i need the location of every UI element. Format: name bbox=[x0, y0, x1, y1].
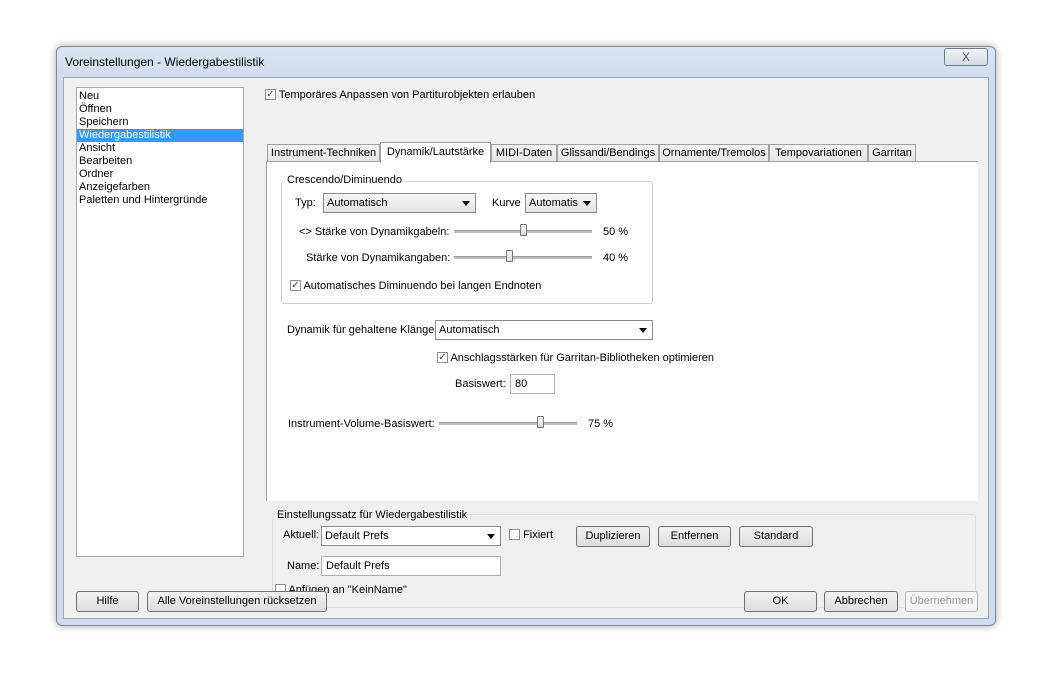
apply-button[interactable]: Übernehmen bbox=[905, 591, 978, 612]
garritan-opt-row: ✓ Anschlagsstärken für Garritan-Biblioth… bbox=[437, 351, 714, 364]
temp-adjust-label: Temporäres Anpassen von Partiturobjekten… bbox=[278, 89, 536, 101]
tab-tempovariationen[interactable]: Tempovariationen bbox=[769, 144, 868, 162]
name-label: Name: bbox=[287, 560, 320, 572]
aktuell-label: Aktuell: bbox=[283, 529, 320, 541]
gabeln-value: 50 % bbox=[603, 226, 629, 238]
slider-thumb[interactable] bbox=[506, 250, 513, 262]
cancel-button[interactable]: Abbrechen bbox=[824, 591, 898, 612]
chevron-down-icon bbox=[487, 534, 495, 539]
temp-adjust-row: ✓ Temporäres Anpassen von Partiturobjekt… bbox=[265, 88, 536, 101]
dialog-client: Neu Öffnen Speichern Wiedergabestilistik… bbox=[63, 77, 989, 619]
standard-button[interactable]: Standard bbox=[739, 526, 813, 547]
help-button[interactable]: Hilfe bbox=[76, 591, 139, 612]
slider-thumb[interactable] bbox=[520, 224, 527, 236]
sidebar-item-bearbeiten[interactable]: Bearbeiten bbox=[77, 155, 243, 168]
angaben-value: 40 % bbox=[603, 252, 629, 264]
preferences-window: Voreinstellungen - Wiedergabestilistik X… bbox=[56, 46, 996, 626]
close-button[interactable]: X bbox=[944, 48, 988, 66]
fixiert-checkbox[interactable] bbox=[509, 528, 520, 540]
instrument-volume-label: Instrument-Volume-Basiswert: bbox=[288, 418, 435, 430]
tab-midi-daten[interactable]: MIDI-Daten bbox=[491, 144, 557, 162]
instrument-volume-slider[interactable] bbox=[439, 415, 577, 431]
settings-set-label: Einstellungssatz für Wiedergabestilistik bbox=[275, 509, 470, 521]
name-input[interactable]: Default Prefs bbox=[321, 556, 501, 576]
typ-label: Typ: bbox=[295, 197, 316, 209]
slider-thumb[interactable] bbox=[537, 416, 544, 428]
dynamik-gehalten-label: Dynamik für gehaltene Klänge: bbox=[287, 324, 438, 336]
garritan-opt-label: Anschlagsstärken für Garritan-Bibliothek… bbox=[450, 352, 714, 364]
kurve-label: Kurve bbox=[492, 197, 521, 209]
slider-track bbox=[439, 422, 577, 425]
auto-dim-row: ✓ Automatisches Diminuendo bei langen En… bbox=[290, 279, 542, 292]
kurve-value: Automatis bbox=[529, 197, 578, 209]
sidebar-item-oeffnen[interactable]: Öffnen bbox=[77, 103, 243, 116]
fixiert-label: Fixiert bbox=[523, 529, 554, 541]
aktuell-value: Default Prefs bbox=[325, 530, 389, 542]
chevron-down-icon bbox=[639, 328, 647, 333]
sidebar-item-anzeigefarben[interactable]: Anzeigefarben bbox=[77, 181, 243, 194]
tab-glissandi-bendings[interactable]: Glissandi/Bendings bbox=[557, 144, 659, 162]
entfernen-button[interactable]: Entfernen bbox=[658, 526, 731, 547]
chevron-down-icon bbox=[462, 201, 470, 206]
tab-dynamik-lautstaerke[interactable]: Dynamik/Lautstärke bbox=[380, 142, 491, 163]
sidebar-item-ansicht[interactable]: Ansicht bbox=[77, 142, 243, 155]
tab-ornamente-tremolos[interactable]: Ornamente/Tremolos bbox=[659, 144, 769, 162]
tab-garritan[interactable]: Garritan bbox=[868, 144, 916, 162]
fixiert-row: Fixiert bbox=[509, 528, 554, 541]
gabeln-slider[interactable] bbox=[454, 223, 592, 239]
sidebar-item-speichern[interactable]: Speichern bbox=[77, 116, 243, 129]
chevron-down-icon bbox=[583, 201, 591, 206]
typ-value: Automatisch bbox=[327, 197, 388, 209]
duplizieren-button[interactable]: Duplizieren bbox=[576, 526, 650, 547]
window-title: Voreinstellungen - Wiedergabestilistik bbox=[65, 55, 265, 69]
close-icon: X bbox=[961, 50, 970, 64]
garritan-opt-checkbox[interactable]: ✓ bbox=[437, 351, 448, 363]
crescendo-group-label: Crescendo/Diminuendo bbox=[285, 174, 404, 186]
angaben-slider[interactable] bbox=[454, 249, 592, 265]
sidebar-item-paletten[interactable]: Paletten und Hintergründe bbox=[77, 194, 243, 207]
reset-all-button[interactable]: Alle Voreinstellungen rücksetzen bbox=[147, 591, 327, 612]
category-list[interactable]: Neu Öffnen Speichern Wiedergabestilistik… bbox=[76, 87, 244, 557]
angaben-label: Stärke von Dynamikangaben: bbox=[306, 252, 451, 264]
basiswert-label: Basiswert: bbox=[455, 378, 506, 390]
ok-button[interactable]: OK bbox=[744, 591, 817, 612]
sidebar-item-wiedergabestilistik[interactable]: Wiedergabestilistik bbox=[77, 129, 243, 142]
gabeln-label: <> Stärke von Dynamikgabeln: bbox=[299, 226, 450, 238]
dynamik-gehalten-value: Automatisch bbox=[439, 324, 500, 336]
sidebar-item-neu[interactable]: Neu bbox=[77, 90, 243, 103]
aktuell-dropdown[interactable]: Default Prefs bbox=[321, 526, 501, 546]
tab-instrument-techniken[interactable]: Instrument-Techniken bbox=[267, 144, 380, 162]
auto-dim-checkbox[interactable]: ✓ bbox=[290, 279, 301, 291]
basiswert-input[interactable]: 80 bbox=[510, 374, 555, 394]
temp-adjust-checkbox[interactable]: ✓ bbox=[265, 88, 276, 100]
instrument-volume-value: 75 % bbox=[588, 418, 614, 430]
kurve-dropdown[interactable]: Automatis bbox=[525, 193, 597, 213]
sidebar-item-ordner[interactable]: Ordner bbox=[77, 168, 243, 181]
dynamik-gehalten-dropdown[interactable]: Automatisch bbox=[435, 320, 653, 340]
typ-dropdown[interactable]: Automatisch bbox=[323, 193, 476, 213]
slider-track bbox=[454, 256, 592, 259]
auto-dim-label: Automatisches Diminuendo bei langen Endn… bbox=[303, 280, 542, 292]
tab-panel-dynamik: Crescendo/Diminuendo Typ: Automatisch Ku… bbox=[266, 161, 978, 501]
